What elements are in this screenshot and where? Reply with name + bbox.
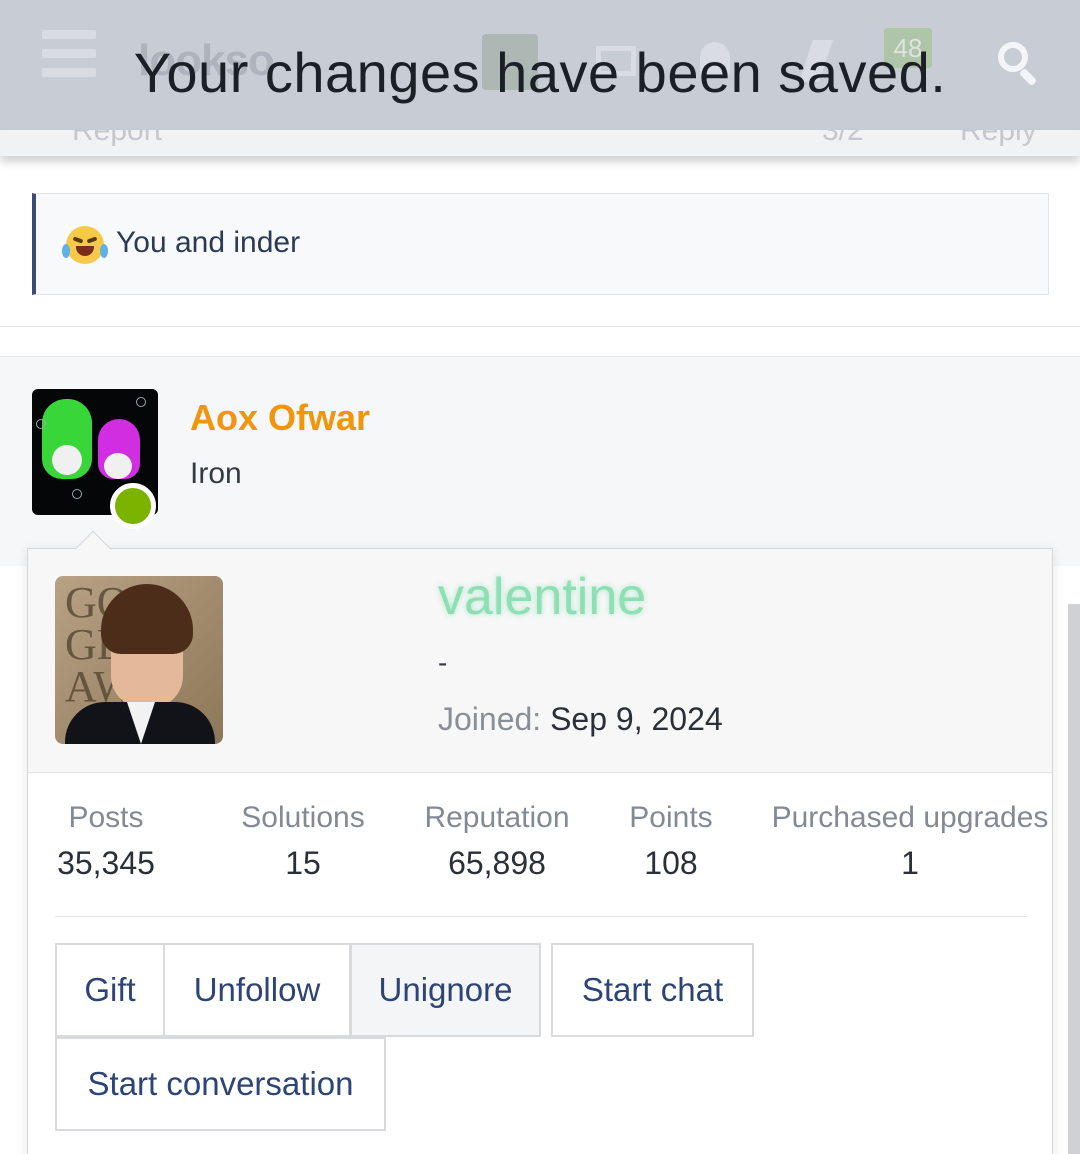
start-chat-button[interactable]: Start chat [551, 943, 754, 1037]
joined-label: Joined: [438, 701, 542, 737]
unignore-button[interactable]: Unignore [350, 943, 541, 1037]
profile-joined: Joined: Sep 9, 2024 [438, 701, 723, 738]
post-actions-bar: Report 3/2 Reply [0, 130, 1080, 156]
stat-posts-value: 35,345 [57, 845, 155, 881]
stat-upgrades-value: 1 [901, 845, 919, 881]
profile-card-header: GO GL AW valentine - Joined: Sep 9, 2024 [28, 549, 1052, 773]
stat-solutions[interactable]: Solutions 15 [235, 801, 371, 882]
stat-points-value: 108 [644, 845, 698, 881]
stat-reputation-label: Reputation [424, 801, 570, 834]
start-conversation-button[interactable]: Start conversation [55, 1037, 386, 1131]
stat-solutions-value: 15 [285, 845, 321, 881]
page-scrollbar[interactable] [1068, 604, 1080, 1154]
stat-upgrades-label: Purchased upgrades [771, 801, 1049, 834]
report-link[interactable]: Report [72, 130, 162, 148]
profile-avatar[interactable]: GO GL AW [55, 576, 223, 744]
stat-posts[interactable]: Posts 35,345 [55, 801, 157, 882]
author-rank: Iron [190, 457, 242, 490]
gift-button[interactable]: Gift [55, 943, 165, 1037]
stat-points-label: Points [629, 801, 713, 834]
reaction-users-text[interactable]: You and inder [116, 226, 300, 260]
profile-custom-title: - [438, 647, 448, 678]
stat-purchased-upgrades[interactable]: Purchased upgrades 1 [767, 801, 1053, 882]
reply-link[interactable]: Reply [960, 130, 1037, 148]
member-profile-card: GO GL AW valentine - Joined: Sep 9, 2024 P… [27, 548, 1053, 1154]
reaction-summary[interactable]: You and inder [32, 193, 1049, 295]
author-username[interactable]: Aox Ofwar [190, 397, 370, 439]
stat-reputation[interactable]: Reputation 65,898 [421, 801, 573, 882]
laughing-crying-emoji-icon [62, 226, 108, 264]
saved-toast-message: Your changes have been saved. [133, 41, 947, 104]
post-author-header: Aox Ofwar Iron [0, 356, 1080, 566]
divider [0, 326, 1080, 327]
stat-solutions-label: Solutions [241, 801, 365, 834]
profile-username[interactable]: valentine [438, 567, 646, 627]
stat-reputation-value: 65,898 [448, 845, 546, 881]
top-navigation-bar: lookso 48 Your changes have been saved. [0, 0, 1080, 130]
stat-points[interactable]: Points 108 [625, 801, 717, 882]
profile-stats: Posts 35,345 Solutions 15 Reputation 65,… [55, 801, 1048, 917]
online-status-indicator [110, 483, 156, 529]
unfollow-button[interactable]: Unfollow [163, 943, 351, 1037]
stat-posts-label: Posts [68, 801, 144, 834]
reaction-counter: 3/2 [822, 130, 864, 147]
joined-date: Sep 9, 2024 [550, 701, 723, 737]
